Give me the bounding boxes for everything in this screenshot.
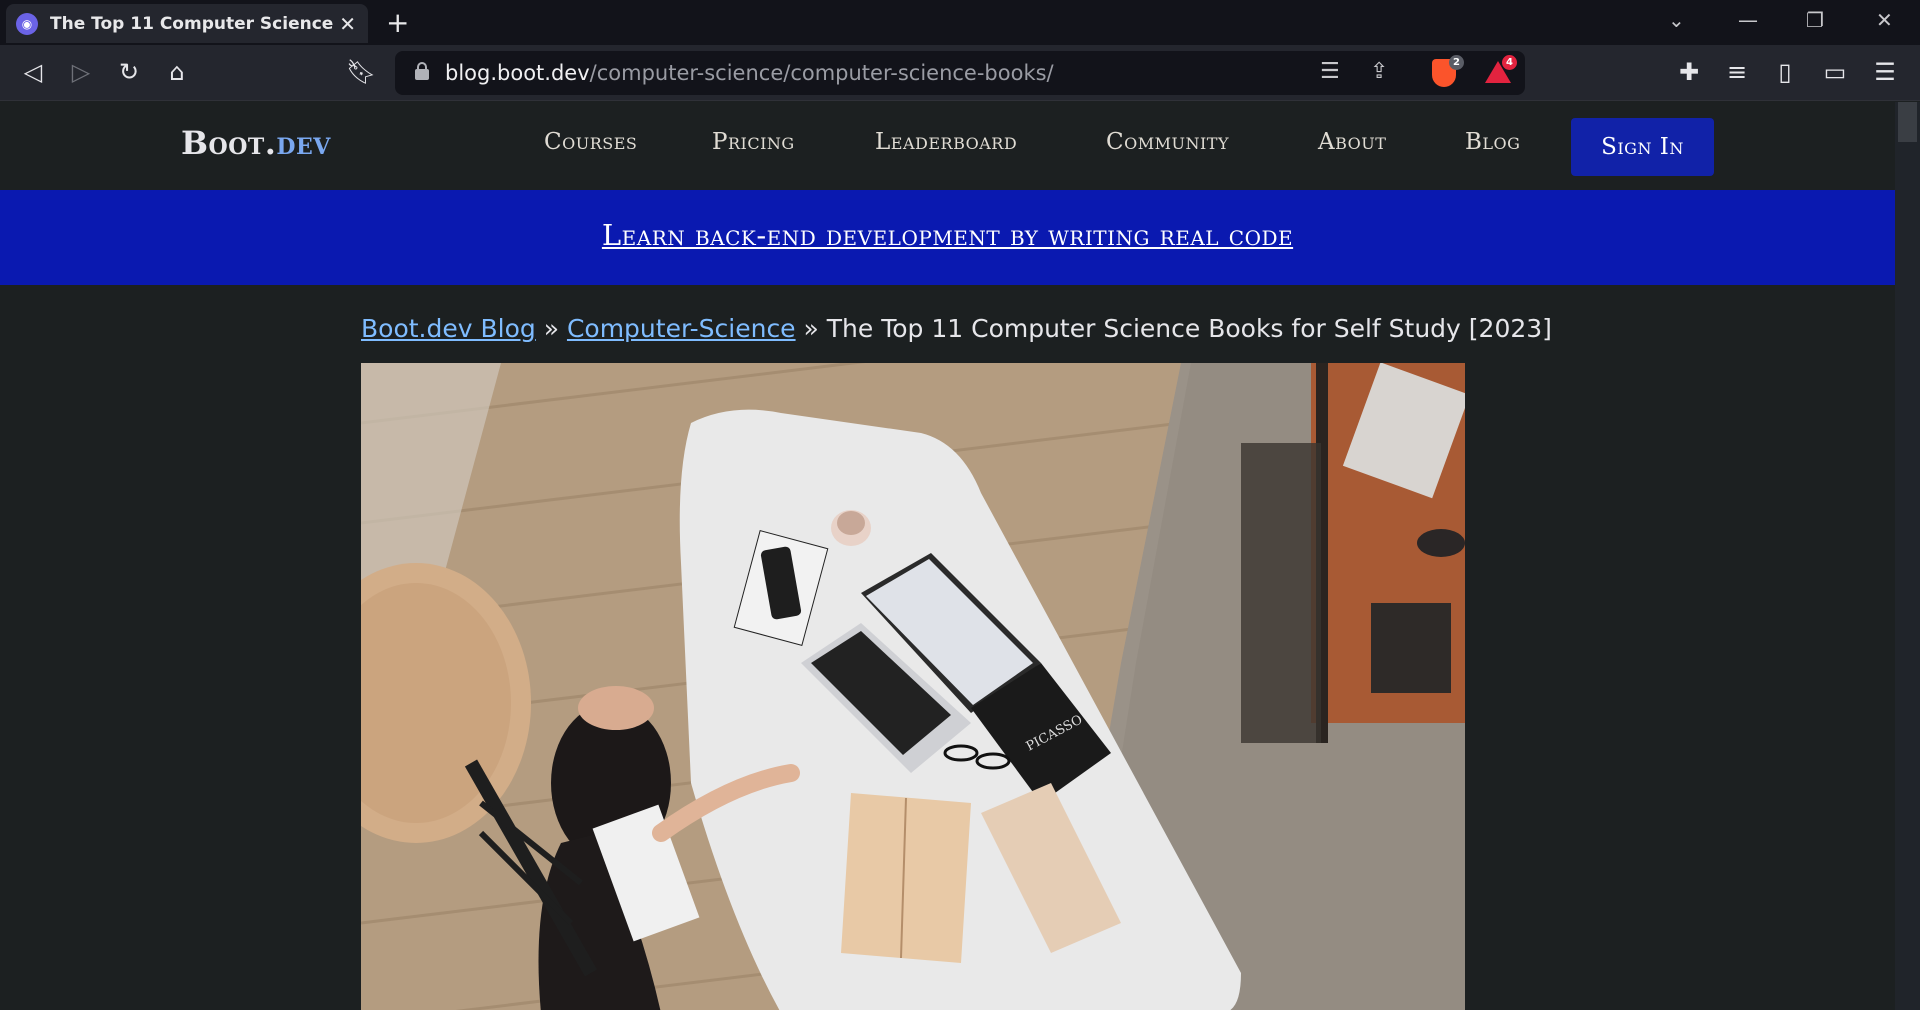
site-logo[interactable]: Boot.dev bbox=[181, 124, 331, 162]
tab-search-chevron-icon[interactable]: ⌄ bbox=[1668, 8, 1685, 32]
hero-image: PICASSO bbox=[361, 363, 1465, 1010]
reader-mode-icon[interactable]: ☰ bbox=[1320, 59, 1340, 84]
nav-about[interactable]: About bbox=[1318, 129, 1386, 155]
new-tab-icon[interactable]: + bbox=[386, 6, 409, 39]
nav-community[interactable]: Community bbox=[1106, 129, 1229, 155]
shields-count-badge: 2 bbox=[1449, 55, 1464, 70]
tab-title: The Top 11 Computer Science Boo bbox=[50, 13, 340, 34]
breadcrumb-category-link[interactable]: Computer-Science bbox=[567, 314, 796, 343]
browser-toolbar: ◁ ▷ ↻ ⌂ 🔖︎ blog.boot.dev/computer-scienc… bbox=[0, 45, 1920, 101]
nav-pricing[interactable]: Pricing bbox=[712, 129, 795, 155]
restore-icon[interactable]: ❐ bbox=[1806, 8, 1824, 32]
hero-photo-illustration: PICASSO bbox=[361, 363, 1465, 1010]
address-bar[interactable]: blog.boot.dev/computer-science/computer-… bbox=[395, 51, 1525, 95]
tab-close-icon[interactable]: ✕ bbox=[339, 12, 356, 36]
nav-courses[interactable]: Courses bbox=[544, 129, 637, 155]
close-window-icon[interactable]: ✕ bbox=[1876, 8, 1893, 32]
sign-in-button[interactable]: Sign In bbox=[1571, 118, 1714, 176]
page-scrollbar[interactable] bbox=[1895, 102, 1920, 1010]
sidebar-icon[interactable]: ▯ bbox=[1770, 57, 1800, 87]
promo-banner: Learn back-end development by writing re… bbox=[0, 190, 1895, 285]
site-navbar: Boot.dev Courses Pricing Leaderboard Com… bbox=[0, 102, 1895, 190]
boot-dev-favicon-icon: ◉ bbox=[16, 12, 38, 35]
share-icon[interactable]: ⇪ bbox=[1370, 59, 1388, 84]
scrollbar-thumb[interactable] bbox=[1898, 102, 1917, 142]
promo-banner-link[interactable]: Learn back-end development by writing re… bbox=[0, 218, 1895, 252]
nav-leaderboard[interactable]: Leaderboard bbox=[875, 129, 1017, 155]
breadcrumb-blog-link[interactable]: Boot.dev Blog bbox=[361, 314, 536, 343]
breadcrumb: Boot.dev Blog » Computer-Science » The T… bbox=[361, 314, 1552, 343]
forward-icon[interactable]: ▷ bbox=[66, 57, 96, 87]
menu-icon[interactable]: ☰ bbox=[1870, 57, 1900, 87]
nav-blog[interactable]: Blog bbox=[1465, 129, 1520, 155]
breadcrumb-current: The Top 11 Computer Science Books for Se… bbox=[826, 314, 1552, 343]
extensions-puzzle-icon[interactable]: ✚ bbox=[1674, 57, 1704, 87]
lock-icon[interactable] bbox=[415, 62, 429, 80]
wallet-icon[interactable]: ▭ bbox=[1820, 57, 1850, 87]
back-icon[interactable]: ◁ bbox=[18, 57, 48, 87]
rewards-count-badge: 4 bbox=[1502, 55, 1517, 70]
bookmark-icon[interactable]: 🔖︎ bbox=[346, 57, 376, 87]
tab-strip: ◉ The Top 11 Computer Science Boo ✕ + ⌄ … bbox=[0, 0, 1920, 45]
browser-tab-active[interactable]: ◉ The Top 11 Computer Science Boo ✕ bbox=[6, 4, 368, 43]
reload-icon[interactable]: ↻ bbox=[114, 57, 144, 87]
url-text[interactable]: blog.boot.dev/computer-science/computer-… bbox=[445, 61, 1054, 85]
page-viewport: Boot.dev Courses Pricing Leaderboard Com… bbox=[0, 102, 1895, 1010]
minimize-icon[interactable]: — bbox=[1738, 8, 1758, 32]
home-icon[interactable]: ⌂ bbox=[162, 57, 192, 87]
playlist-icon[interactable]: ≡ bbox=[1722, 57, 1752, 87]
